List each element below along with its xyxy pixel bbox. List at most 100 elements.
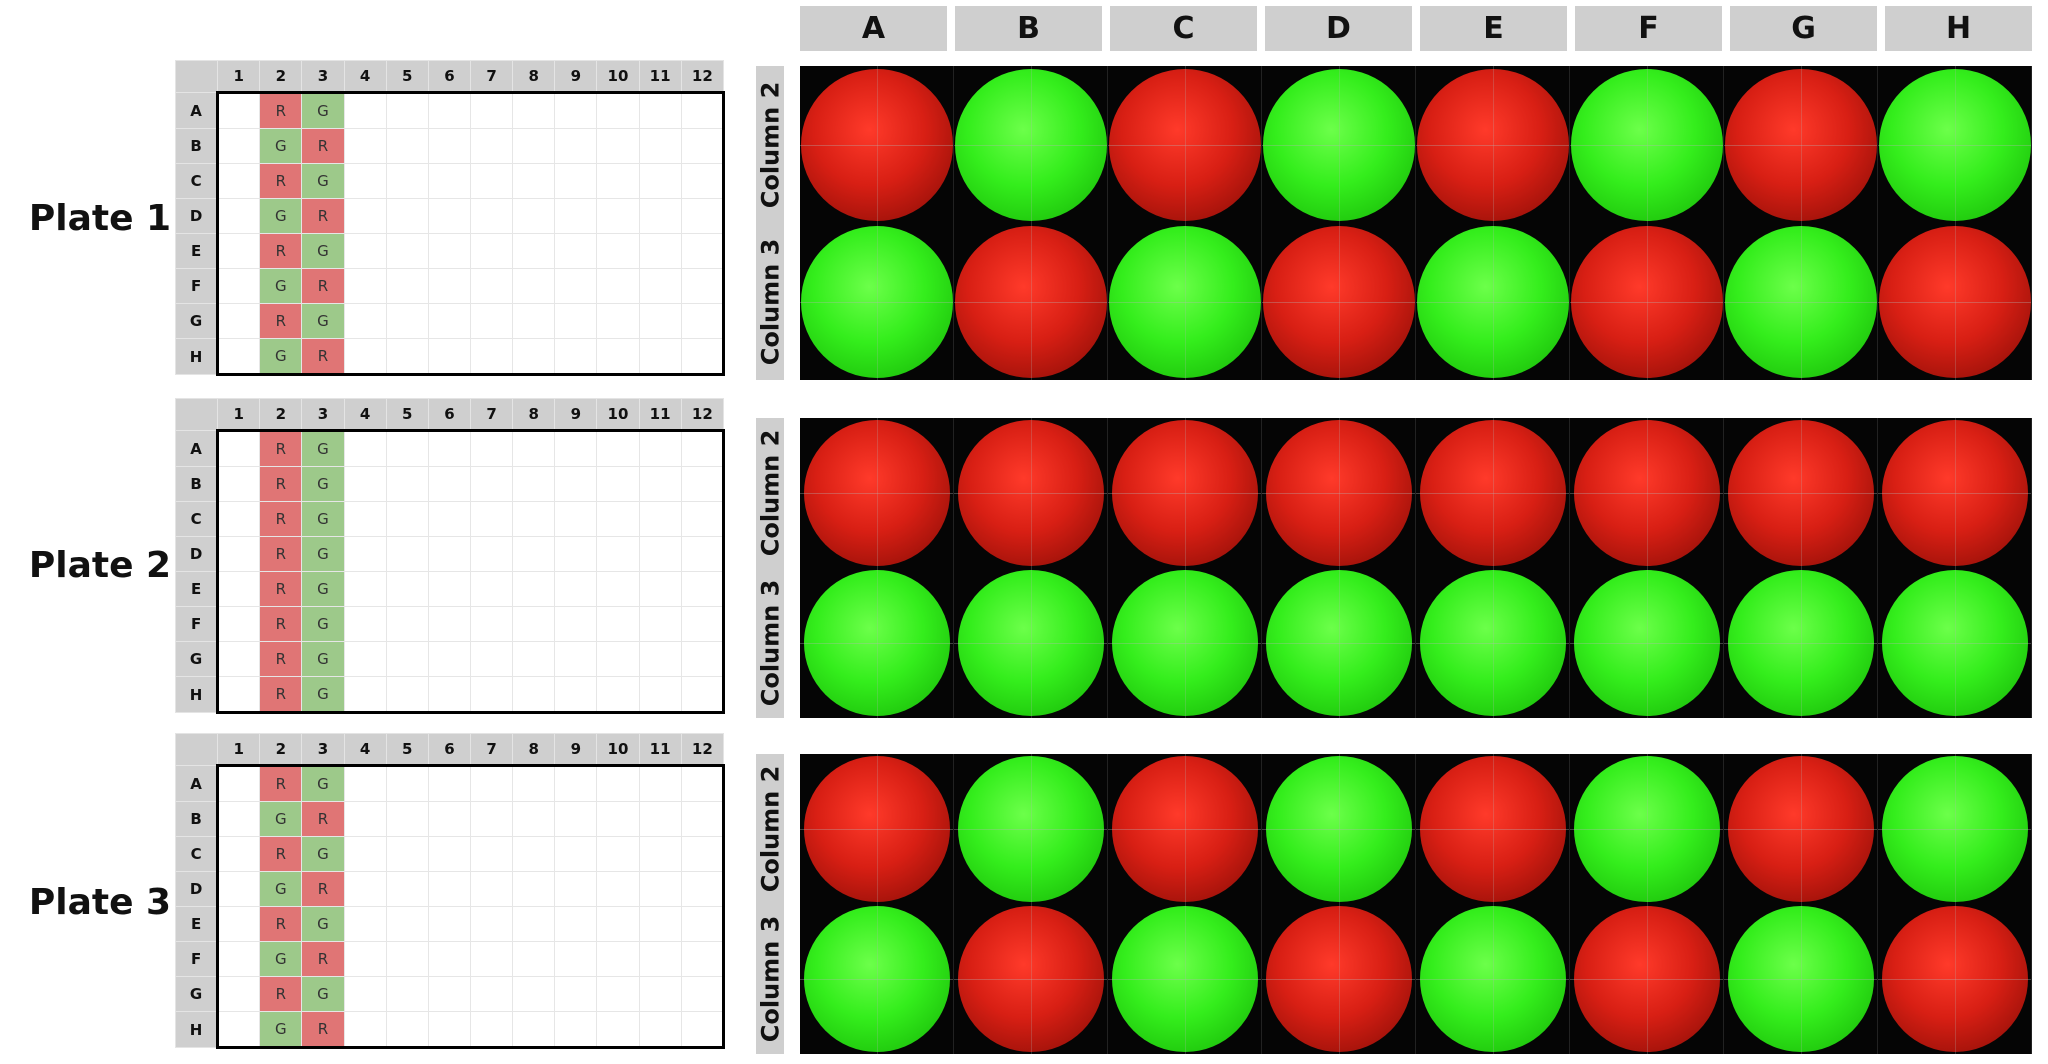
row-label: B [174,801,219,837]
column-label: 11 [638,398,682,431]
empty-well-cell [343,536,387,572]
empty-well-cell [638,764,682,802]
empty-well-cell [596,906,640,942]
stitch-line [1492,418,1494,568]
empty-well-cell [385,268,429,304]
empty-well-cell [680,466,726,502]
empty-well-cell [512,764,556,802]
image-row: Column 2 [756,66,2032,223]
empty-well-cell [554,1011,598,1049]
empty-well-cell [343,871,387,907]
empty-well-cell [216,571,261,607]
empty-well-cell [343,571,387,607]
stitch-line [1954,754,1956,904]
empty-well-cell [469,976,514,1012]
empty-well-cell [385,163,429,199]
corner-cell [174,60,219,93]
empty-well-cell [427,871,471,907]
header-D: D [1265,6,1412,51]
empty-well-cell [385,606,429,642]
well-cell-col3: G [301,606,345,642]
stitch-line [1646,66,1648,223]
stitch-line [1492,223,1494,380]
stitch-line [876,418,878,568]
column-label: 6 [427,60,471,93]
empty-well-cell [512,836,556,872]
column-label: 5 [385,60,429,93]
plate-row: C RG [174,501,726,537]
column-label: 2 [259,60,303,93]
well-image [1262,568,1416,718]
empty-well-cell [596,1011,640,1049]
well-cell-col3: G [301,91,345,129]
empty-well-cell [554,163,598,199]
well-cell-col3: G [301,641,345,677]
stitch-line [1030,418,1032,568]
plate-row: D GR [174,871,726,907]
row-label: H [174,676,219,713]
well-image [800,754,954,904]
empty-well-cell [638,606,682,642]
empty-well-cell [596,571,640,607]
empty-well-cell [554,606,598,642]
empty-well-cell [596,501,640,537]
empty-well-cell [427,571,471,607]
empty-well-cell [216,764,261,802]
well-image [1416,754,1570,904]
column-label: 1 [217,733,261,766]
image-row-label: Column 2 [756,66,784,223]
empty-well-cell [343,641,387,677]
empty-well-cell [385,91,429,129]
column-label: 10 [596,733,640,766]
image-row: Column 3 [756,223,2032,380]
empty-well-cell [216,1011,261,1049]
well-cell-col2: G [259,941,303,977]
empty-well-cell [469,198,514,234]
header-E: E [1420,6,1567,51]
empty-well-cell [554,836,598,872]
empty-well-cell [216,801,261,837]
stitch-line [876,904,878,1054]
empty-well-cell [596,871,640,907]
well-image [1108,66,1262,223]
empty-well-cell [469,429,514,467]
empty-well-cell [554,338,598,376]
empty-well-cell [469,91,514,129]
well-image [954,754,1108,904]
well-image [800,568,954,718]
empty-well-cell [596,163,640,199]
empty-well-cell [216,91,261,129]
empty-well-cell [385,976,429,1012]
empty-well-cell [343,606,387,642]
empty-well-cell [512,163,556,199]
empty-well-cell [385,466,429,502]
header-F: F [1575,6,1722,51]
empty-well-cell [554,641,598,677]
well-image [1262,418,1416,568]
empty-well-cell [680,836,726,872]
plate-1-images: Column 2 Column 3 [756,66,2032,381]
well-cell-col2: R [259,303,303,339]
well-image [1570,904,1724,1054]
stitch-line [876,568,878,718]
empty-well-cell [596,536,640,572]
well-image [1724,223,1878,380]
empty-well-cell [596,198,640,234]
well-image [1108,754,1262,904]
well-cell-col3: G [301,536,345,572]
header-H: H [1885,6,2032,51]
empty-well-cell [554,198,598,234]
empty-well-cell [680,163,726,199]
row-label: C [174,836,219,872]
empty-well-cell [427,1011,471,1049]
empty-well-cell [680,91,726,129]
empty-well-cell [680,198,726,234]
plate-row: E RG [174,233,726,269]
empty-well-cell [343,676,387,714]
empty-well-cell [216,466,261,502]
well-image [1570,223,1724,380]
empty-well-cell [596,91,640,129]
stitch-line [1646,568,1648,718]
empty-well-cell [512,303,556,339]
empty-well-cell [216,836,261,872]
